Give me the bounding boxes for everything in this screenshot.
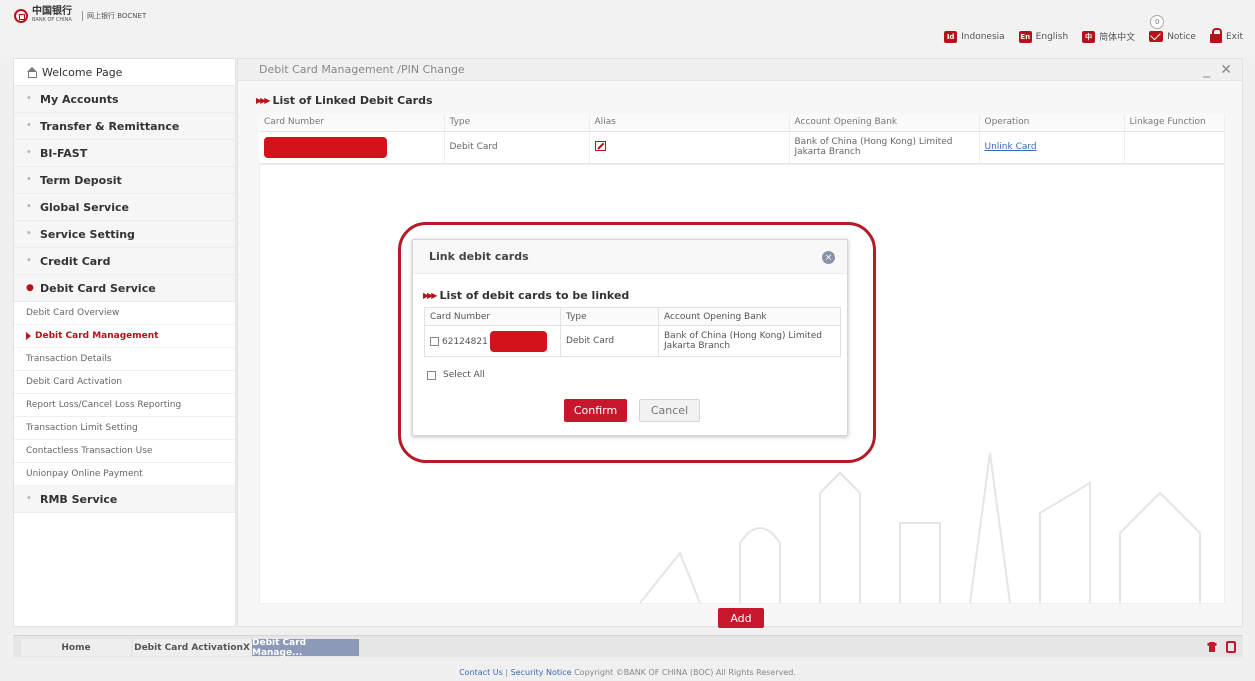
row-bank: Bank of China (Hong Kong) Limited Jakart…: [658, 325, 841, 357]
sidebar-item-service-setting[interactable]: • Service Setting: [14, 221, 235, 248]
minimize-icon[interactable]: _: [1203, 62, 1210, 78]
security-notice-link[interactable]: Security Notice: [511, 668, 572, 677]
cards-to-link-table: Card Number Type Account Opening Bank 62…: [424, 307, 841, 357]
footer: Contact Us | Security Notice Copyright ©…: [459, 668, 796, 677]
exit-link[interactable]: Exit: [1209, 28, 1243, 43]
col-bank: Account Opening Bank: [789, 114, 980, 132]
cancel-button[interactable]: Cancel: [639, 399, 700, 422]
col-type: Type: [560, 307, 659, 326]
sidebar-item-rmb-service[interactable]: • RMB Service: [14, 486, 235, 513]
table-header-row: Card Number Type Alias Account Opening B…: [259, 114, 1225, 132]
sidebar-item-my-accounts[interactable]: • My Accounts: [14, 86, 235, 113]
col-alias: Alias: [589, 114, 790, 132]
link-debit-cards-dialog: Link debit cards × ▶▶▶ List of debit car…: [412, 239, 848, 436]
lang-english-link[interactable]: En English: [1018, 30, 1068, 43]
row-type: Debit Card: [444, 131, 590, 164]
english-flag-icon: En: [1018, 30, 1032, 43]
indonesia-flag-icon: Id: [944, 30, 958, 43]
sub-item-debit-card-management[interactable]: Debit Card Management: [14, 325, 235, 348]
card-number-prefix: 62124821: [442, 336, 488, 347]
sidebar-item-transfer[interactable]: • Transfer & Remittance: [14, 113, 235, 140]
sub-item-debit-card-overview[interactable]: Debit Card Overview: [14, 302, 235, 325]
close-icon[interactable]: ✕: [1220, 62, 1232, 78]
col-card-number: Card Number: [259, 114, 445, 132]
col-operation: Operation: [979, 114, 1125, 132]
notice-link[interactable]: 0 Notice: [1149, 15, 1196, 42]
linked-cards-table: Card Number Type Alias Account Opening B…: [259, 114, 1225, 164]
edit-alias-icon[interactable]: [594, 140, 606, 151]
mail-icon: [1149, 31, 1164, 42]
logo-subtitle: 网上银行 BOCNET: [82, 11, 146, 21]
copyright-text: Copyright ©BANK OF CHINA (BOC) All Right…: [574, 668, 796, 677]
arrow-right-icon: [26, 332, 31, 340]
boc-logo-icon: [14, 9, 28, 23]
sidebar-item-debit-card-service[interactable]: ● Debit Card Service: [14, 275, 235, 302]
sub-item-report-loss[interactable]: Report Loss/Cancel Loss Reporting: [14, 394, 235, 417]
print-icon[interactable]: [1226, 641, 1236, 653]
tab-debit-card-activation[interactable]: Debit Card ActivationX: [133, 639, 251, 656]
linked-cards-title: ▶▶▶ List of Linked Debit Cards: [256, 94, 433, 107]
tab-home[interactable]: Home: [21, 639, 131, 656]
sidebar-item-welcome[interactable]: Welcome Page: [14, 59, 235, 86]
sub-item-contactless[interactable]: Contactless Transaction Use: [14, 440, 235, 463]
sidebar-item-credit-card[interactable]: • Credit Card: [14, 248, 235, 275]
top-links: Id Indonesia En English 中 简体中文 0 Notice …: [944, 15, 1243, 43]
bottom-tab-bar: Home Debit Card ActivationX Debit Card M…: [13, 635, 1243, 658]
card-row-checkbox[interactable]: [430, 336, 439, 346]
col-card-number: Card Number: [424, 307, 561, 326]
redacted-card-number: [264, 136, 387, 158]
col-type: Type: [444, 114, 590, 132]
unlink-card-link[interactable]: Unlink Card: [985, 142, 1037, 152]
home-icon: [26, 66, 37, 78]
sidebar-nav: Welcome Page • My Accounts • Transfer & Re…: [13, 58, 236, 627]
row-bank: Bank of China (Hong Kong) Limited Jakart…: [789, 131, 980, 164]
logo-chinese-name: 中国银行: [32, 6, 72, 17]
lang-indonesia-link[interactable]: Id Indonesia: [944, 30, 1005, 43]
sidebar-item-global-service[interactable]: • Global Service: [14, 194, 235, 221]
sub-item-debit-card-activation[interactable]: Debit Card Activation: [14, 371, 235, 394]
tab-debit-card-management[interactable]: Debit Card Manage...: [252, 638, 359, 658]
contact-us-link[interactable]: Contact Us: [459, 668, 503, 677]
logo-english-name: BANK OF CHINA: [32, 17, 72, 23]
dialog-close-icon[interactable]: ×: [822, 251, 835, 264]
bank-logo[interactable]: 中国银行 BANK OF CHINA 网上银行 BOCNET: [14, 6, 146, 24]
notice-count-badge: 0: [1150, 15, 1165, 29]
redacted-card-number: [489, 330, 547, 352]
table-row: 62124821 Debit Card Bank of China (Hong …: [424, 325, 841, 357]
breadcrumb: Debit Card Management /PIN Change: [238, 59, 1242, 81]
to-be-linked-title: ▶▶▶ List of debit cards to be linked: [423, 289, 630, 302]
sub-item-transaction-limit[interactable]: Transaction Limit Setting: [14, 417, 235, 440]
col-bank: Account Opening Bank: [658, 307, 841, 326]
sub-item-transaction-details[interactable]: Transaction Details: [14, 348, 235, 371]
dialog-title: Link debit cards: [413, 240, 847, 274]
sidebar-item-term-deposit[interactable]: • Term Deposit: [14, 167, 235, 194]
confirm-button[interactable]: Confirm: [564, 399, 627, 422]
chinese-flag-icon: 中: [1082, 30, 1096, 43]
lang-chinese-link[interactable]: 中 简体中文: [1082, 30, 1135, 43]
triple-arrow-icon: ▶▶▶: [256, 96, 271, 105]
select-all-checkbox[interactable]: [427, 370, 436, 380]
sub-item-unionpay-online[interactable]: Unionpay Online Payment: [14, 463, 235, 486]
col-linkage: Linkage Function: [1124, 114, 1225, 132]
top-header: 中国银行 BANK OF CHINA 网上银行 BOCNET Id Indone…: [0, 0, 1255, 57]
table-row: Debit Card Bank of China (Hong Kong) Lim…: [259, 131, 1225, 164]
lock-icon: [1209, 28, 1222, 43]
select-all-option[interactable]: Select All: [427, 370, 485, 380]
table-header-row: Card Number Type Account Opening Bank: [424, 307, 841, 326]
row-type: Debit Card: [560, 325, 659, 357]
sidebar-item-bi-fast[interactable]: • BI-FAST: [14, 140, 235, 167]
shirt-icon[interactable]: [1207, 642, 1217, 652]
row-linkage: [1124, 131, 1225, 164]
triple-arrow-icon: ▶▶▶: [423, 291, 438, 300]
add-button[interactable]: Add: [718, 608, 764, 628]
